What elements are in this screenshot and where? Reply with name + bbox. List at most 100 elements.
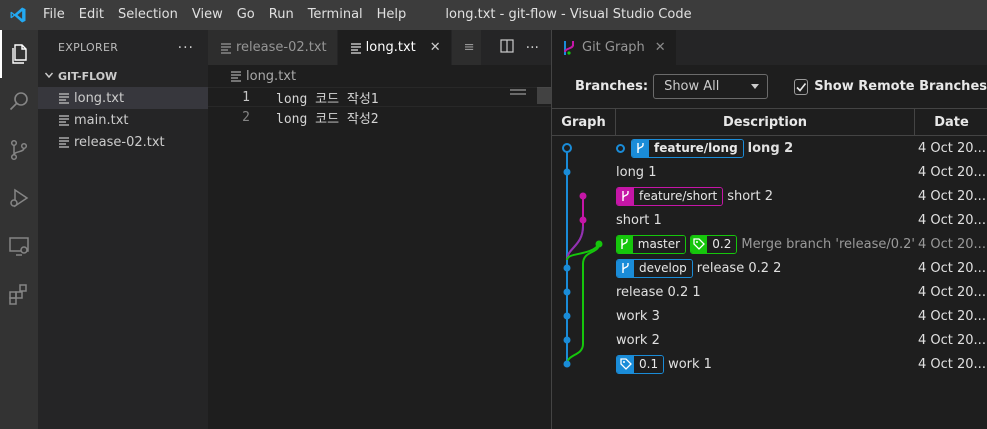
commit-node[interactable] <box>595 240 603 248</box>
line-number: 2 <box>242 109 250 125</box>
explorer-title: EXPLORER <box>58 41 119 54</box>
ref-name: feature/long <box>649 139 743 157</box>
tab-overflow[interactable]: ≡ <box>451 30 482 65</box>
minimap[interactable] <box>506 87 551 429</box>
breadcrumb-file[interactable]: long.txt <box>246 69 296 84</box>
menu-go[interactable]: Go <box>230 0 262 30</box>
explorer-sidebar: EXPLORER ··· GIT-FLOW long.txt main.txt … <box>38 30 208 429</box>
ref-name: 0.2 <box>707 235 737 253</box>
branch-ref[interactable]: feature/long <box>631 138 744 158</box>
commit-message: Merge branch 'release/0.2' <box>741 236 915 252</box>
show-remote-label[interactable]: Show Remote Branches <box>814 79 987 94</box>
remote-explorer-icon[interactable] <box>0 222 38 270</box>
branches-label: Branches: <box>575 79 649 94</box>
menu-file[interactable]: File <box>36 0 72 30</box>
commit-row[interactable]: work 3 4 Oct 20... <box>552 304 987 328</box>
more-actions-icon[interactable]: ··· <box>526 40 539 56</box>
branch-ref[interactable]: master <box>616 234 687 254</box>
commit-description: feature/long long 2 <box>616 138 915 158</box>
line-number: 1 <box>242 89 250 105</box>
commit-node[interactable] <box>562 143 572 153</box>
commit-row[interactable]: feature/long long 24 Oct 20... <box>552 136 987 160</box>
files-icon[interactable] <box>0 30 38 78</box>
folder-git-flow[interactable]: GIT-FLOW <box>38 65 208 87</box>
commit-rows: feature/long long 24 Oct 20... long 14 Oct… <box>552 136 987 376</box>
menu-view[interactable]: View <box>185 0 230 30</box>
menu-run[interactable]: Run <box>262 0 301 30</box>
branches-value: Show All <box>664 79 720 94</box>
tab-git-graph[interactable]: Git Graph ✕ <box>552 30 676 65</box>
commit-description: work 3 <box>616 309 915 324</box>
commit-node[interactable] <box>563 336 571 344</box>
file-item-main[interactable]: main.txt <box>38 109 208 131</box>
column-header-graph[interactable]: Graph <box>552 109 616 135</box>
branch-icon <box>617 259 634 277</box>
commit-node[interactable] <box>563 312 571 320</box>
run-debug-icon[interactable] <box>0 174 38 222</box>
commit-row[interactable]: 0.1 work 14 Oct 20... <box>552 352 987 376</box>
chevron-down-icon <box>44 70 58 83</box>
commit-message: short 2 <box>727 188 774 204</box>
menu-edit[interactable]: Edit <box>72 0 111 30</box>
commit-description: short 1 <box>616 213 915 228</box>
branches-dropdown[interactable]: Show All <box>653 74 769 99</box>
line-text: long 코드 작성2 <box>276 111 379 127</box>
folder-label: GIT-FLOW <box>58 69 118 83</box>
tag-ref[interactable]: 0.1 <box>616 354 665 374</box>
tag-ref[interactable]: 0.2 <box>690 234 738 254</box>
extensions-icon[interactable] <box>0 270 38 318</box>
tab-long[interactable]: long.txt ✕ <box>337 30 452 65</box>
close-icon[interactable]: ✕ <box>655 40 666 55</box>
commit-node[interactable] <box>563 288 571 296</box>
menu-help[interactable]: Help <box>370 0 414 30</box>
close-icon[interactable]: ✕ <box>430 40 441 55</box>
tab-label: long.txt <box>365 40 416 55</box>
branch-ref[interactable]: feature/short <box>616 186 724 206</box>
menu-selection[interactable]: Selection <box>111 0 185 30</box>
split-editor-icon[interactable] <box>500 38 514 57</box>
commit-message: release 0.2 2 <box>696 260 782 276</box>
commit-row[interactable]: feature/short short 24 Oct 20... <box>552 184 987 208</box>
commit-date: 4 Oct 20... <box>918 356 986 372</box>
branch-ref[interactable]: develop <box>616 258 693 278</box>
column-header-date[interactable]: Date <box>915 109 987 135</box>
more-actions-icon[interactable]: ··· <box>178 40 194 56</box>
scrollbar-thumb[interactable] <box>537 87 551 104</box>
code-line: 2 long 코드 작성2 <box>208 107 551 127</box>
text-file-icon <box>58 136 72 148</box>
commit-graph <box>562 143 603 368</box>
menu-terminal[interactable]: Terminal <box>301 0 370 30</box>
source-control-icon[interactable] <box>0 126 38 174</box>
commit-node[interactable] <box>579 216 587 224</box>
commit-row[interactable]: master 0.2 Merge branch 'release/0.2' 4 Oct… <box>552 232 987 256</box>
commit-row[interactable]: develop release 0.2 24 Oct 20... <box>552 256 987 280</box>
commit-node[interactable] <box>563 360 571 368</box>
code-area[interactable]: 1 long 코드 작성1 2 long 코드 작성2 <box>208 87 551 127</box>
commit-row[interactable]: release 0.2 1 4 Oct 20... <box>552 280 987 304</box>
git-graph-panel: Git Graph ✕ Branches: Show All Show Remo… <box>551 30 987 429</box>
commit-node[interactable] <box>563 168 571 176</box>
text-file-icon <box>58 114 72 126</box>
show-remote-checkbox[interactable] <box>794 78 809 95</box>
tab-label: ≡ <box>463 40 475 55</box>
commit-row[interactable]: short 1 4 Oct 20... <box>552 208 987 232</box>
activity-bar <box>0 30 38 429</box>
commit-row[interactable]: long 1 4 Oct 20... <box>552 160 987 184</box>
commit-node[interactable] <box>579 192 587 200</box>
commit-message: work 2 <box>616 332 660 348</box>
tab-label: Git Graph <box>582 40 645 55</box>
commit-node[interactable] <box>563 264 571 272</box>
commit-message: long 2 <box>747 140 794 156</box>
graph-line-master <box>566 243 600 365</box>
file-item-long[interactable]: long.txt <box>38 87 208 109</box>
tab-release-02[interactable]: release-02.txt <box>208 30 338 65</box>
ref-name: feature/short <box>634 187 723 205</box>
commit-description: feature/short short 2 <box>616 186 915 206</box>
explorer-header: EXPLORER ··· <box>38 30 208 65</box>
commit-row[interactable]: work 2 4 Oct 20... <box>552 328 987 352</box>
search-icon[interactable] <box>0 78 38 126</box>
column-header-description[interactable]: Description <box>616 109 915 135</box>
file-item-release-02[interactable]: release-02.txt <box>38 131 208 153</box>
commit-date: 4 Oct 20... <box>918 332 986 348</box>
breadcrumb: long.txt <box>208 65 551 87</box>
